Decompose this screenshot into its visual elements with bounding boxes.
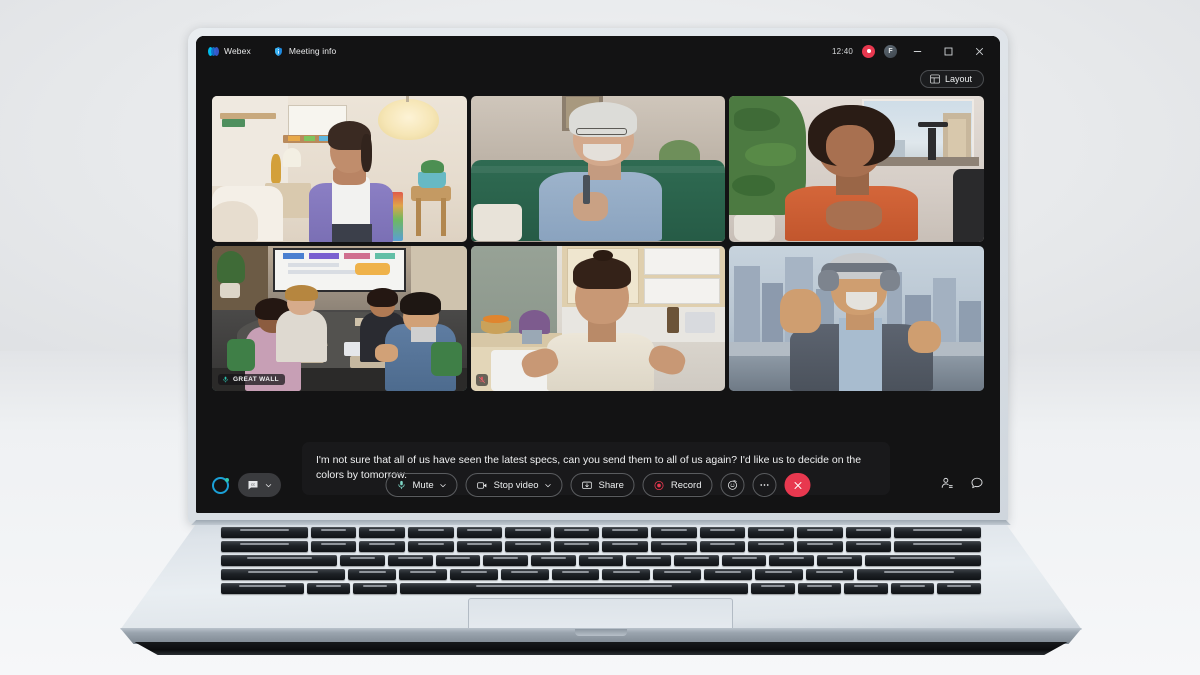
tile-5-video (470, 245, 726, 391)
more-ellipsis-icon (760, 484, 769, 486)
laptop-base (120, 520, 1082, 655)
smiley-reaction-icon (728, 480, 738, 490)
chat-bubble-icon (971, 477, 983, 488)
keyboard[interactable] (221, 527, 981, 594)
share-button-label: Share (598, 479, 624, 491)
microphone-icon (223, 376, 228, 383)
chevron-down-icon[interactable] (440, 482, 447, 489)
laptop-screen: Webex Meeting info 12:40 F Layout GREAT … (196, 36, 1000, 513)
title-bar: Webex Meeting info 12:40 F (196, 36, 1000, 66)
video-tile-5[interactable] (470, 245, 726, 391)
laptop-device: Webex Meeting info 12:40 F Layout GREAT … (120, 28, 1082, 655)
video-grid: GREAT WALL (212, 96, 984, 391)
end-call-button[interactable] (784, 473, 811, 497)
clock: 12:40 (831, 46, 853, 56)
video-tile-6[interactable] (729, 245, 984, 391)
participants-icon (941, 477, 953, 488)
webex-app-window: Webex Meeting info 12:40 F Layout GREAT … (196, 36, 1000, 513)
recording-dot-icon[interactable] (862, 44, 875, 58)
record-dot-icon (654, 480, 664, 490)
tile-1-video (212, 96, 467, 242)
layout-button[interactable]: Layout (919, 70, 984, 88)
laptop-hinge (191, 520, 1011, 525)
share-button[interactable]: Share (570, 473, 635, 497)
record-button[interactable]: Record (642, 473, 713, 497)
tile-3-video (729, 96, 984, 242)
layout-button-label: Layout (944, 74, 972, 84)
brand-label: Webex (224, 46, 251, 56)
info-shield-icon (274, 46, 282, 56)
captions-button[interactable]: cc (238, 473, 281, 497)
tile-4-video (212, 245, 467, 391)
end-call-x-icon (794, 481, 801, 489)
muted-indicator (475, 374, 488, 386)
chat-button[interactable] (970, 476, 984, 495)
video-tile-2[interactable] (470, 96, 726, 242)
keyboard-row (221, 569, 981, 580)
microphone-muted-icon (478, 376, 485, 384)
microphone-icon (398, 480, 405, 490)
share-screen-icon (582, 481, 592, 489)
participants-button[interactable] (940, 476, 954, 495)
window-controls-group: 12:40 F (832, 41, 1000, 61)
keyboard-row (221, 541, 981, 552)
svg-text:cc: cc (251, 482, 255, 487)
webex-logo-icon (208, 46, 219, 57)
meeting-info-label: Meeting info (288, 46, 337, 56)
controls-left-group: cc (212, 473, 281, 497)
laptop-underside (134, 642, 1068, 655)
stop-video-button-label: Stop video (493, 479, 539, 491)
grid-layout-icon (930, 74, 940, 84)
video-tile-3[interactable] (729, 96, 984, 242)
controls-center-group: Mute Stop video Share Record (385, 473, 811, 497)
mute-button[interactable]: Mute (385, 473, 458, 497)
participant-name-pill: GREAT WALL (218, 374, 285, 385)
participant-name-label: GREAT WALL (233, 376, 279, 383)
meeting-info-button[interactable]: Meeting info (273, 46, 337, 57)
lid-release-notch (575, 629, 627, 636)
keyboard-row (221, 555, 981, 566)
brand-item: Webex (208, 46, 251, 57)
keyboard-row (221, 527, 981, 538)
keyboard-row (221, 583, 981, 594)
controls-right-group (940, 476, 984, 495)
meeting-controls-bar: cc Mute Stop video Share Record (196, 457, 1000, 513)
closed-captions-icon: cc (248, 481, 258, 490)
close-icon[interactable] (968, 41, 990, 61)
chevron-down-icon[interactable] (545, 482, 552, 489)
video-tile-4[interactable]: GREAT WALL (212, 245, 467, 391)
avatar[interactable]: F (884, 44, 897, 58)
camera-icon (477, 481, 487, 489)
webex-assistant-icon[interactable] (212, 476, 229, 494)
chevron-down-icon (265, 483, 272, 487)
video-stage: GREAT WALL I'm not sure that all of us h… (196, 92, 1000, 495)
mute-button-label: Mute (412, 479, 434, 491)
layout-row: Layout (196, 66, 1000, 92)
more-options-button[interactable] (752, 473, 777, 497)
maximize-icon[interactable] (937, 41, 959, 61)
tile-2-video (470, 96, 726, 242)
tile-6-video (729, 245, 984, 391)
minimize-icon[interactable] (906, 41, 928, 61)
stop-video-button[interactable]: Stop video (465, 473, 563, 497)
reactions-button[interactable] (720, 473, 745, 497)
laptop-lid: Webex Meeting info 12:40 F Layout GREAT … (188, 28, 1008, 523)
video-tile-1[interactable] (212, 96, 467, 242)
record-button-label: Record (670, 479, 702, 491)
